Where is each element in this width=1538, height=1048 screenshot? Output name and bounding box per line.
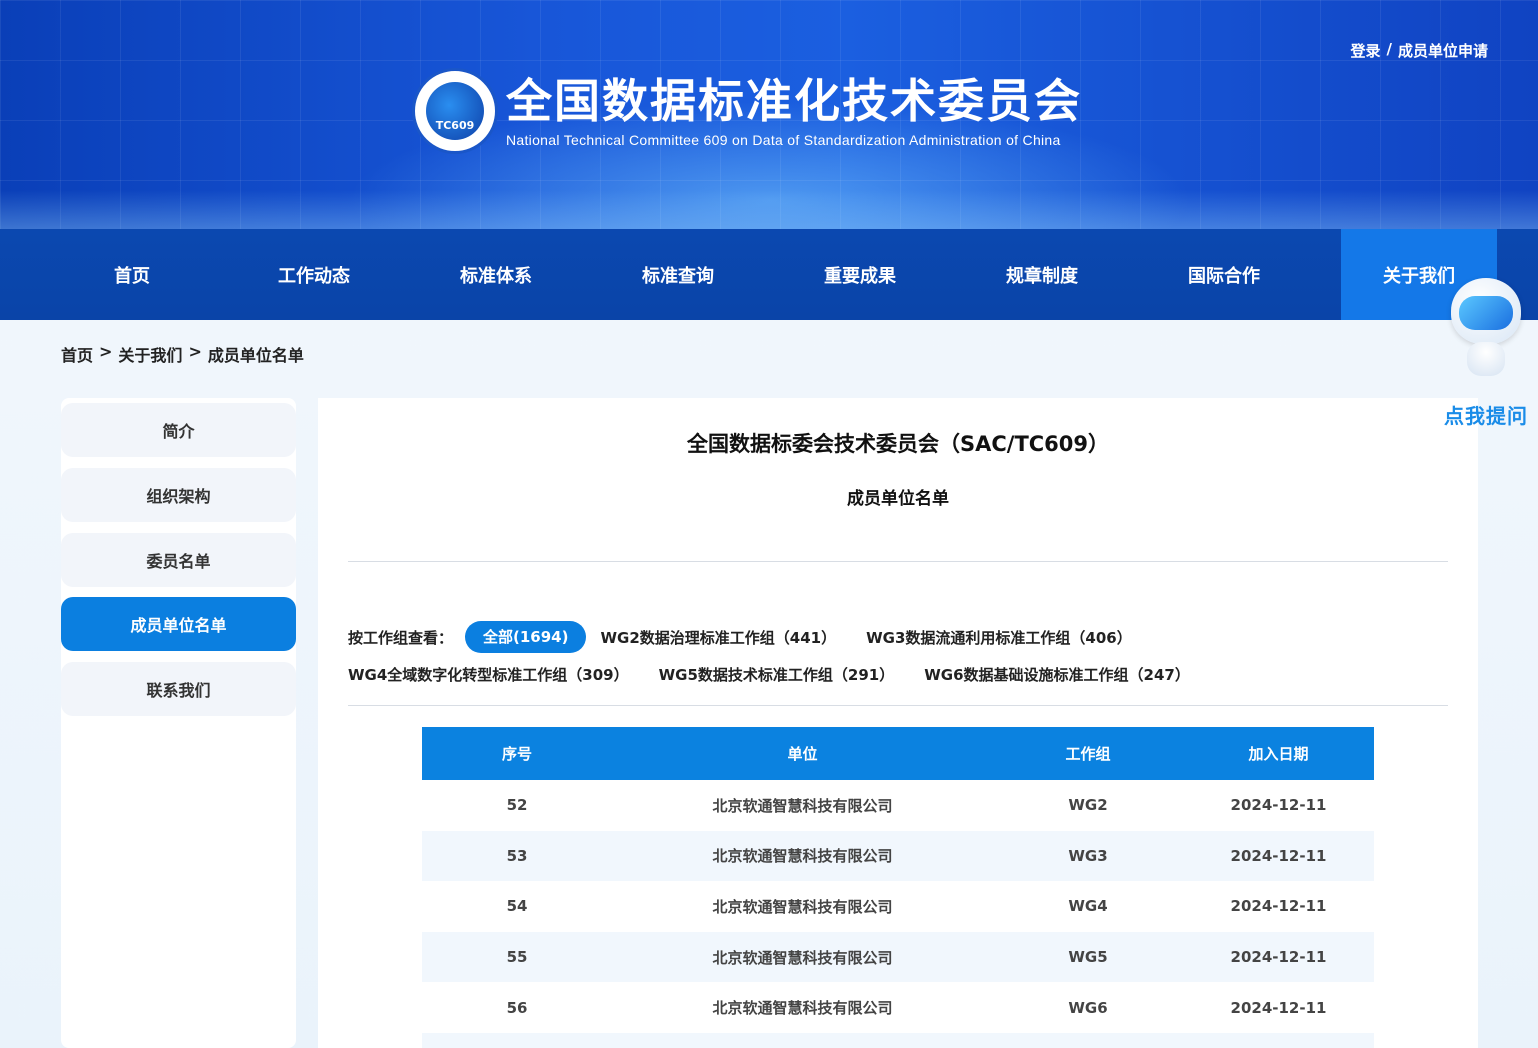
ai-assistant[interactable]: 点我提问 <box>1440 278 1532 429</box>
header-banner: TC609 全国数据标准化技术委员会 National Technical Co… <box>0 0 1538 229</box>
nav-item-news[interactable]: 工作动态 <box>223 229 405 320</box>
logo-emblem-text: TC609 <box>426 82 484 140</box>
row-unit: 北京软通智慧科技有限公司 <box>712 796 893 815</box>
sidebar-item-intro[interactable]: 简介 <box>61 403 296 457</box>
top-links-separator: / <box>1386 40 1392 58</box>
row-no: 56 <box>506 998 528 1017</box>
row-group: WG6 <box>1068 998 1108 1017</box>
header-no: 序号 <box>501 745 532 763</box>
row-group: WG5 <box>1068 948 1108 967</box>
site-title-en: National Technical Committee 609 on Data… <box>506 132 1061 148</box>
row-group: WG2 <box>1068 796 1108 815</box>
row-date: 2024-12-11 <box>1230 998 1327 1017</box>
filter-divider <box>348 705 1448 706</box>
member-apply-link[interactable]: 成员单位申请 <box>1398 40 1488 61</box>
breadcrumb-about-us[interactable]: 关于我们 <box>118 342 182 366</box>
title-divider <box>348 561 1448 562</box>
nav-item-standard-system[interactable]: 标准体系 <box>405 229 587 320</box>
page-subtitle: 成员单位名单 <box>847 489 949 509</box>
robot-assistant-icon <box>1447 278 1525 382</box>
header-unit: 单位 <box>787 745 818 763</box>
filter-wg6[interactable]: WG6数据基础设施标准工作组（247） <box>924 664 1190 685</box>
row-date: 2024-12-11 <box>1230 897 1327 916</box>
nav-item-standard-query[interactable]: 标准查询 <box>587 229 769 320</box>
row-no: 53 <box>506 846 528 865</box>
sidebar: 简介 组织架构 委员名单 成员单位名单 联系我们 <box>61 398 296 1048</box>
breadcrumb-current: 成员单位名单 <box>207 346 304 365</box>
filter-all[interactable]: 全部(1694) <box>465 621 587 653</box>
row-group: WG3 <box>1068 846 1108 865</box>
row-unit: 北京软通智慧科技有限公司 <box>712 897 893 916</box>
content-panel: 全国数据标委会技术委员会（SAC/TC609） 成员单位名单 按工作组查看： 全… <box>318 398 1478 1048</box>
filter-label: 按工作组查看： <box>348 628 454 647</box>
row-unit: 北京软通智慧科技有限公司 <box>712 847 893 866</box>
page-title: 全国数据标委会技术委员会（SAC/TC609） <box>686 432 1110 456</box>
assistant-label[interactable]: 点我提问 <box>1440 400 1532 429</box>
row-date: 2024-12-11 <box>1230 796 1327 815</box>
row-no: 55 <box>506 948 528 967</box>
table-row: 55 北京软通智慧科技有限公司 WG5 2024-12-11 <box>422 931 1374 983</box>
breadcrumb-separator: > <box>188 342 202 361</box>
filter-row-1: 按工作组查看： 全部(1694) WG2数据治理标准工作组（441） WG3数据… <box>348 621 1162 653</box>
sidebar-item-contact[interactable]: 联系我们 <box>61 662 296 716</box>
row-no: 54 <box>506 897 528 916</box>
breadcrumb-separator: > <box>99 342 113 361</box>
row-no: 52 <box>506 796 528 815</box>
row-date: 2024-12-11 <box>1230 846 1327 865</box>
breadcrumb-home[interactable]: 首页 <box>61 342 93 366</box>
filter-row-2: WG4全域数字化转型标准工作组（309） WG5数据技术标准工作组（291） W… <box>348 664 1220 685</box>
table-row: 56 北京软通智慧科技有限公司 WG6 2024-12-11 <box>422 982 1374 1033</box>
nav-item-international[interactable]: 国际合作 <box>1133 229 1315 320</box>
filter-wg2[interactable]: WG2数据治理标准工作组（441） <box>600 627 836 648</box>
filter-wg3[interactable]: WG3数据流通利用标准工作组（406） <box>866 627 1132 648</box>
table-row: 54 北京软通智慧科技有限公司 WG4 2024-12-11 <box>422 881 1374 932</box>
filter-wg4[interactable]: WG4全域数字化转型标准工作组（309） <box>348 664 629 685</box>
nav-item-regulations[interactable]: 规章制度 <box>951 229 1133 320</box>
sidebar-item-member-units[interactable]: 成员单位名单 <box>61 597 296 651</box>
table-row-partial <box>422 1032 1374 1048</box>
row-unit: 北京软通智慧科技有限公司 <box>712 999 893 1018</box>
site-title-cn: 全国数据标准化技术委员会 <box>506 74 1082 128</box>
table-row: 52 北京软通智慧科技有限公司 WG2 2024-12-11 <box>422 780 1374 831</box>
top-links: 登录 / 成员单位申请 <box>1350 40 1488 61</box>
site-logo[interactable]: TC609 全国数据标准化技术委员会 National Technical Co… <box>412 68 1082 154</box>
main-nav: 首页 工作动态 标准体系 标准查询 重要成果 规章制度 国际合作 关于我们 <box>0 229 1538 320</box>
table-row: 53 北京软通智慧科技有限公司 WG3 2024-12-11 <box>422 830 1374 882</box>
row-unit: 北京软通智慧科技有限公司 <box>712 948 893 967</box>
row-group: WG4 <box>1068 897 1108 916</box>
logo-emblem-icon: TC609 <box>412 68 498 154</box>
nav-item-home[interactable]: 首页 <box>41 229 223 320</box>
table-header: 序号 单位 工作组 加入日期 <box>422 727 1374 780</box>
member-table: 序号 单位 工作组 加入日期 52 北京软通智慧科技有限公司 WG2 2024-… <box>422 727 1374 1048</box>
filter-wg5[interactable]: WG5数据技术标准工作组（291） <box>659 664 895 685</box>
header-group: 工作组 <box>1065 745 1111 763</box>
nav-item-achievements[interactable]: 重要成果 <box>769 229 951 320</box>
sidebar-item-committee-members[interactable]: 委员名单 <box>61 533 296 587</box>
login-link[interactable]: 登录 <box>1350 40 1380 61</box>
breadcrumb: 首页 > 关于我们 > 成员单位名单 <box>61 342 304 366</box>
sidebar-item-organization[interactable]: 组织架构 <box>61 468 296 522</box>
header-date: 加入日期 <box>1248 745 1309 763</box>
banner-glow-decoration <box>0 190 1538 229</box>
row-date: 2024-12-11 <box>1230 948 1327 967</box>
